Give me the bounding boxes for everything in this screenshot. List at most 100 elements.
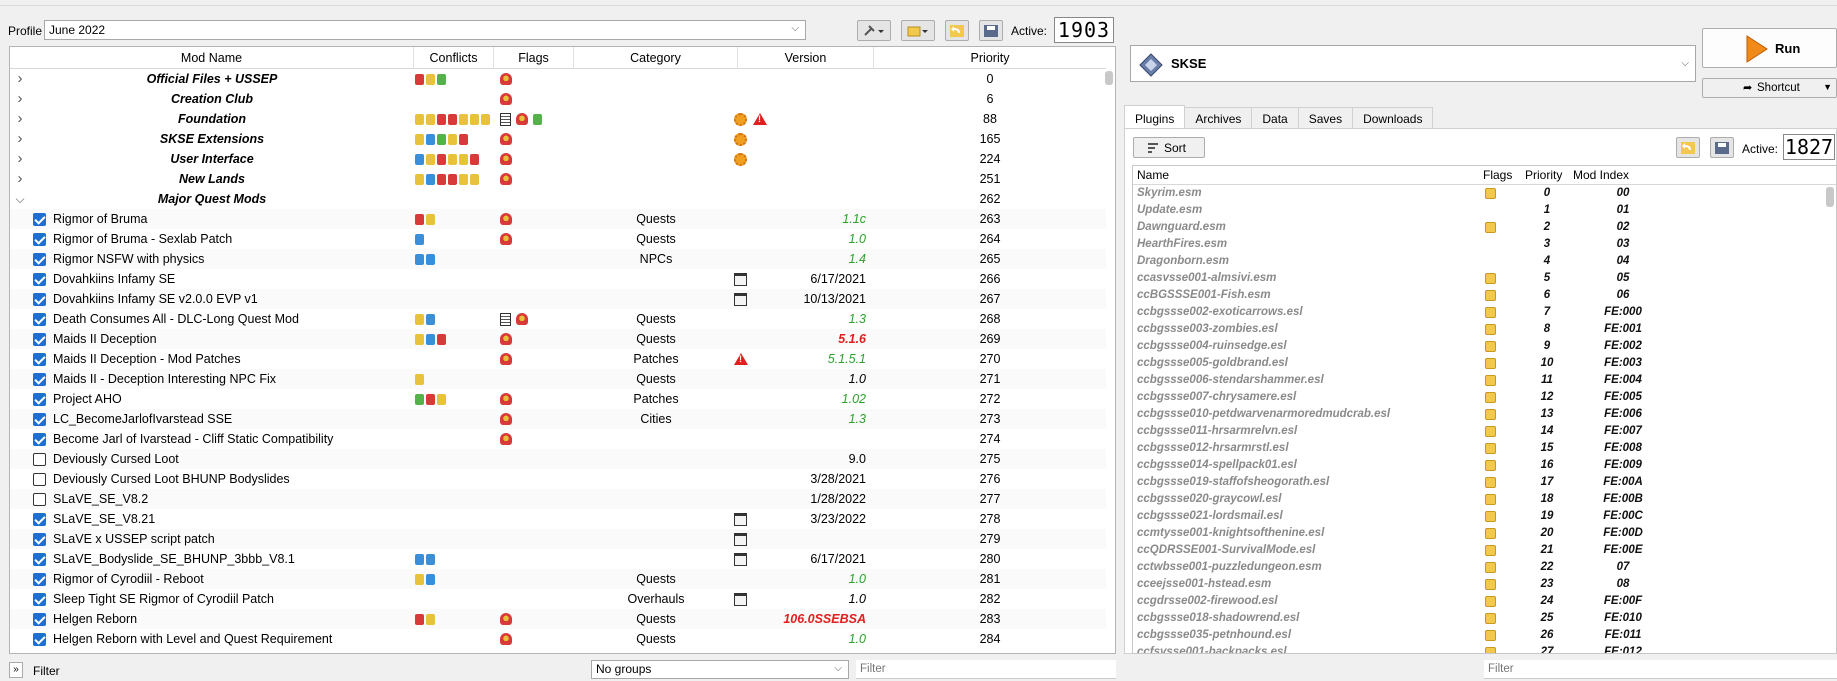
mod-row[interactable]: SLaVE x USSEP script patch 279 — [10, 529, 1106, 549]
mod-row[interactable]: Deviously Cursed Loot 9.0 275 — [10, 449, 1106, 469]
plugin-row[interactable]: ccbgssse014-spellpack01.esl 16 FE:009 — [1133, 457, 1836, 474]
plugin-row[interactable]: ccasvsse001-almsivi.esm 5 05 — [1133, 270, 1836, 287]
plugin-row[interactable]: ccbgssse005-goldbrand.esl 10 FE:003 — [1133, 355, 1836, 372]
plugin-row[interactable]: cctwbsse001-puzzledungeon.esm 22 07 — [1133, 559, 1836, 576]
mod-enable-checkbox[interactable] — [33, 253, 46, 266]
shortcut-button[interactable]: ➦ Shortcut ▼ — [1702, 78, 1837, 98]
mod-row[interactable]: SLaVE_SE_V8.2 1/28/2022 277 — [10, 489, 1106, 509]
run-button[interactable]: Run — [1702, 28, 1837, 68]
mod-row[interactable]: Maids II Deception - Mod Patches Patches 5… — [10, 349, 1106, 369]
column-header-conflicts[interactable]: Conflicts — [414, 47, 494, 69]
column-header-flags[interactable]: Flags — [494, 47, 574, 69]
plugin-list-scrollbar[interactable] — [1826, 187, 1834, 207]
plugin-row[interactable]: ccbgssse004-ruinsedge.esl 9 FE:002 — [1133, 338, 1836, 355]
plugin-row[interactable]: ccgdrsse002-firewood.esl 24 FE:00F — [1133, 593, 1836, 610]
plugin-row[interactable]: ccbgssse007-chrysamere.esl 12 FE:005 — [1133, 389, 1836, 406]
restore-backup-button[interactable] — [945, 20, 969, 41]
create-backup-button[interactable] — [979, 20, 1003, 41]
plugin-row[interactable]: ccQDRSSE001-SurvivalMode.esl 21 FE:00E — [1133, 542, 1836, 559]
mod-row[interactable]: Project AHO Patches 1.02 272 — [10, 389, 1106, 409]
plugin-row[interactable]: ccmtysse001-knightsofthenine.esl 20 FE:00D — [1133, 525, 1836, 542]
separator-row[interactable]: ⌵ Major Quest Mods 262 — [10, 189, 1106, 209]
plugin-row[interactable]: ccbgssse020-graycowl.esl 18 FE:00B — [1133, 491, 1836, 508]
separator-row[interactable]: › SKSE Extensions 165 — [10, 129, 1106, 149]
plugin-row[interactable]: ccbgssse021-lordsmail.esl 19 FE:00C — [1133, 508, 1836, 525]
tools-button[interactable] — [857, 20, 891, 41]
plugins-restore-button[interactable] — [1676, 137, 1700, 158]
mod-row[interactable]: Deviously Cursed Loot BHUNP Bodyslides 3/… — [10, 469, 1106, 489]
mod-row[interactable]: Sleep Tight SE Rigmor of Cyrodiil Patch O… — [10, 589, 1106, 609]
column-header-priority[interactable]: Priority — [1525, 166, 1562, 185]
mod-list-table[interactable]: Mod Name Conflicts Flags Category Versio… — [9, 46, 1116, 654]
mod-list-scrollbar[interactable] — [1105, 71, 1113, 85]
mod-row[interactable]: SLaVE_SE_V8.21 3/23/2022 278 — [10, 509, 1106, 529]
mod-row[interactable]: Helgen Reborn with Level and Quest Requi… — [10, 629, 1106, 649]
mod-row[interactable]: Helgen Reborn Quests 106.0SSEBSA 283 — [10, 609, 1106, 629]
tab-saves[interactable]: Saves — [1297, 107, 1354, 129]
mod-filter-input[interactable] — [856, 660, 1116, 679]
column-header-flags[interactable]: Flags — [1483, 166, 1512, 185]
plugin-row[interactable]: ccbgssse003-zombies.esl 8 FE:001 — [1133, 321, 1836, 338]
column-header-mod-name[interactable]: Mod Name — [10, 47, 414, 69]
mod-enable-checkbox[interactable] — [33, 533, 46, 546]
mod-row[interactable]: Rigmor of Bruma Quests 1.1c 263 — [10, 209, 1106, 229]
tab-archives[interactable]: Archives — [1184, 107, 1253, 129]
mod-row[interactable]: LC_BecomeJarlofIvarstead SSE Cities 1.3 273 — [10, 409, 1106, 429]
plugin-row[interactable]: ccbgssse019-staffofsheogorath.esl 17 FE:00… — [1133, 474, 1836, 491]
mod-enable-checkbox[interactable] — [33, 313, 46, 326]
mod-enable-checkbox[interactable] — [33, 413, 46, 426]
plugin-row[interactable]: ccbgssse010-petdwarvenarmoredmudcrab.esl… — [1133, 406, 1836, 423]
plugin-row[interactable]: ccbgssse006-stendarshammer.esl 11 FE:004 — [1133, 372, 1836, 389]
plugin-row[interactable]: cceejsse001-hstead.esm 23 08 — [1133, 576, 1836, 593]
plugin-list-table[interactable]: Name Flags Priority Mod Index Skyrim.esm… — [1132, 165, 1837, 654]
mod-row[interactable]: Rigmor of Cyrodiil - Reboot Quests 1.0 281 — [10, 569, 1106, 589]
plugin-row[interactable]: ccBGSSSE001-Fish.esm 6 06 — [1133, 287, 1836, 304]
mod-enable-checkbox[interactable] — [33, 553, 46, 566]
mod-enable-checkbox[interactable] — [33, 493, 46, 506]
column-header-category[interactable]: Category — [574, 47, 738, 69]
plugins-backup-button[interactable] — [1710, 137, 1734, 158]
plugin-row[interactable]: Dawnguard.esm 2 02 — [1133, 219, 1836, 236]
sort-button[interactable]: Sort — [1133, 137, 1205, 158]
mod-enable-checkbox[interactable] — [33, 433, 46, 446]
mod-enable-checkbox[interactable] — [33, 473, 46, 486]
open-folder-button[interactable] — [901, 20, 935, 41]
tab-downloads[interactable]: Downloads — [1352, 107, 1434, 129]
filter-toggle-button[interactable]: » — [9, 662, 23, 678]
column-header-name[interactable]: Name — [1137, 166, 1169, 185]
mod-row[interactable]: Become Jarl of Ivarstead - Cliff Static … — [10, 429, 1106, 449]
mod-row[interactable]: Rigmor NSFW with physics NPCs 1.4 265 — [10, 249, 1106, 269]
plugin-row[interactable]: ccfsvsse001-backpacks.esl 27 FE:012 — [1133, 644, 1836, 653]
plugin-row[interactable]: ccbgssse035-petnhound.esl 26 FE:011 — [1133, 627, 1836, 644]
tab-plugins[interactable]: Plugins — [1124, 105, 1186, 129]
mod-enable-checkbox[interactable] — [33, 273, 46, 286]
separator-row[interactable]: › User Interface 224 — [10, 149, 1106, 169]
mod-enable-checkbox[interactable] — [33, 353, 46, 366]
mod-row[interactable]: Dovahkiins Infamy SE v2.0.0 EVP v1 10/13/… — [10, 289, 1106, 309]
executable-select[interactable]: SKSE ⌵ — [1130, 45, 1696, 82]
tab-data[interactable]: Data — [1251, 107, 1299, 129]
mod-enable-checkbox[interactable] — [33, 373, 46, 386]
separator-row[interactable]: › Official Files + USSEP 0 — [10, 69, 1106, 89]
plugin-row[interactable]: ccbgssse002-exoticarrows.esl 7 FE:000 — [1133, 304, 1836, 321]
mod-row[interactable]: Maids II Deception Quests 5.1.6 269 — [10, 329, 1106, 349]
separator-row[interactable]: › Creation Club 6 — [10, 89, 1106, 109]
plugin-row[interactable]: ccbgssse012-hrsarmrstl.esl 15 FE:008 — [1133, 440, 1836, 457]
mod-enable-checkbox[interactable] — [33, 613, 46, 626]
mod-row[interactable]: Death Consumes All - DLC-Long Quest Mod Q… — [10, 309, 1106, 329]
column-header-priority[interactable]: Priority — [874, 47, 1106, 69]
mod-row[interactable]: Dovahkiins Infamy SE 6/17/2021 266 — [10, 269, 1106, 289]
mod-enable-checkbox[interactable] — [33, 513, 46, 526]
plugin-row[interactable]: Dragonborn.esm 4 04 — [1133, 253, 1836, 270]
groups-select[interactable]: No groups ⌵ — [591, 660, 849, 679]
mod-row[interactable]: Maids II - Deception Interesting NPC Fix… — [10, 369, 1106, 389]
column-header-mod-index[interactable]: Mod Index — [1573, 166, 1629, 185]
plugin-row[interactable]: Skyrim.esm 0 00 — [1133, 185, 1836, 202]
mod-enable-checkbox[interactable] — [33, 573, 46, 586]
separator-row[interactable]: › Foundation 88 — [10, 109, 1106, 129]
plugin-row[interactable]: Update.esm 1 01 — [1133, 202, 1836, 219]
mod-enable-checkbox[interactable] — [33, 453, 46, 466]
mod-enable-checkbox[interactable] — [33, 333, 46, 346]
profile-select[interactable]: June 2022 ⌵ — [44, 20, 806, 40]
plugin-filter-input[interactable] — [1484, 660, 1837, 679]
